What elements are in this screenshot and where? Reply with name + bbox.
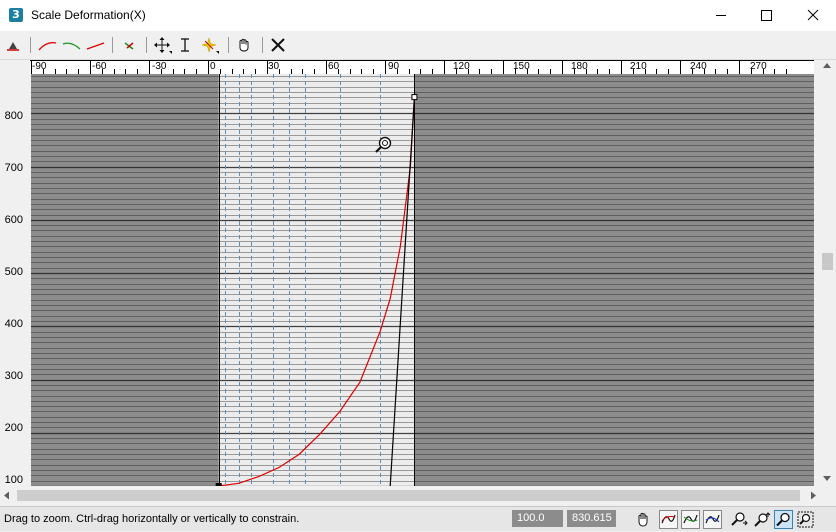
ruler-label: 120 — [453, 61, 470, 72]
zoom-extents-button[interactable] — [659, 510, 678, 529]
app-icon: 3 — [9, 8, 23, 22]
y-tick-label: 800 — [4, 110, 23, 122]
curve-graph[interactable] — [31, 74, 814, 486]
scroll-up-arrow-icon[interactable] — [823, 63, 831, 68]
curve-red-icon — [38, 42, 57, 51]
close-window-button[interactable] — [790, 0, 836, 31]
zoom-vertical-icon — [705, 514, 720, 524]
y-tick-label: 500 — [4, 266, 23, 278]
reset-curve-button[interactable] — [267, 35, 289, 55]
zoom-vertical-extents-button[interactable] — [703, 510, 722, 529]
toolbar-separator — [30, 37, 31, 53]
scroll-down-arrow-icon[interactable] — [823, 476, 831, 481]
insert-corner-point-icon — [7, 42, 19, 51]
y-tick-label: 700 — [4, 162, 23, 174]
scroll-left-arrow-icon[interactable] — [4, 491, 9, 500]
zoom-button[interactable] — [774, 510, 793, 529]
scale-point-button[interactable] — [174, 35, 196, 55]
scrollbar-track — [4, 490, 816, 501]
scale-point-icon — [181, 38, 189, 52]
toolbar-separator — [262, 37, 263, 53]
horizontal-value-field[interactable]: 100.0 — [512, 510, 563, 527]
y-tick-label: 600 — [4, 214, 23, 226]
scrollbar-track — [822, 63, 833, 481]
y-tick-label: 400 — [4, 318, 23, 330]
vertical-scrollbar[interactable] — [818, 60, 836, 486]
move-icon — [154, 37, 172, 54]
control-point-end — [411, 94, 418, 101]
curve-green-button[interactable] — [60, 35, 82, 55]
delete-point-icon — [124, 42, 134, 50]
curve-green-icon — [62, 42, 81, 50]
curve-red-icon — [86, 42, 105, 50]
toolbar-separator — [228, 37, 229, 53]
toolbar — [0, 31, 836, 60]
pan-hand-icon — [638, 512, 648, 527]
zoom-extents-icon — [661, 514, 676, 524]
ruler-label: 150 — [513, 61, 530, 72]
scroll-right-arrow-icon[interactable] — [811, 491, 816, 500]
ruler-label: -30 — [152, 61, 167, 72]
toolbar-separator — [146, 37, 147, 53]
move-button[interactable] — [151, 35, 173, 55]
status-bar: Drag to zoom. Ctrl-drag horizontally or … — [0, 506, 836, 531]
ruler-label: 60 — [328, 61, 340, 72]
title-bar: 3 Scale Deformation(X) — [0, 0, 836, 31]
close-x-icon — [271, 38, 285, 52]
zoom-horizontal-extents-button[interactable] — [681, 510, 700, 529]
toolbar-separator — [112, 37, 113, 53]
zoom-region-icon — [797, 511, 814, 528]
ruler-label: -60 — [92, 61, 107, 72]
ruler-label: 180 — [571, 61, 588, 72]
hand-button[interactable] — [233, 35, 255, 55]
pan-button[interactable] — [634, 510, 653, 529]
maximize-button[interactable] — [744, 0, 790, 31]
horizontal-ruler: -90 -60 -30 0 30 60 90 120 150 180 210 2… — [30, 60, 814, 75]
status-message: Drag to zoom. Ctrl-drag horizontally or … — [4, 513, 300, 525]
zoom-horizontal-button[interactable] — [729, 510, 748, 529]
zoom-vertical-drag-icon — [754, 512, 771, 527]
scroll-thumb[interactable] — [822, 253, 833, 270]
ruler-label: 0 — [210, 61, 216, 72]
ruler-label: 210 — [630, 61, 647, 72]
ruler-label: 30 — [268, 61, 280, 72]
horizontal-scrollbar[interactable] — [0, 486, 836, 505]
y-tick-label: 100 — [4, 474, 23, 486]
hand-icon — [239, 38, 249, 52]
delete-point-button[interactable] — [118, 35, 140, 55]
window-title: Scale Deformation(X) — [31, 8, 146, 22]
ruler-label: 240 — [690, 61, 707, 72]
insert-corner-point-button[interactable] — [2, 35, 24, 55]
y-axis: 800 700 600 500 400 300 200 100 — [0, 74, 31, 486]
close-icon — [807, 9, 819, 21]
scroll-thumb[interactable] — [17, 490, 800, 501]
zoom-horizontal-icon — [683, 514, 698, 524]
y-tick-label: 300 — [4, 370, 23, 382]
zoom-region-button[interactable] — [796, 510, 815, 529]
ruler-label: -90 — [32, 61, 47, 72]
zoom-vertical-button[interactable] — [752, 510, 771, 529]
vertical-value-field[interactable]: 830.615 — [567, 510, 616, 527]
y-tick-label: 200 — [4, 422, 23, 434]
insert-bezier-button[interactable] — [198, 35, 220, 55]
maximize-icon — [761, 10, 772, 21]
zoom-icon — [776, 512, 790, 527]
minimize-icon — [716, 15, 726, 16]
minimize-button[interactable] — [698, 0, 744, 31]
zoom-horizontal-drag-icon — [731, 512, 748, 526]
ruler-label: 90 — [388, 61, 400, 72]
curve-red-button[interactable] — [36, 35, 58, 55]
ruler-label: 270 — [750, 61, 767, 72]
curve-red-button-2[interactable] — [84, 35, 106, 55]
insert-bezier-icon — [201, 37, 219, 54]
